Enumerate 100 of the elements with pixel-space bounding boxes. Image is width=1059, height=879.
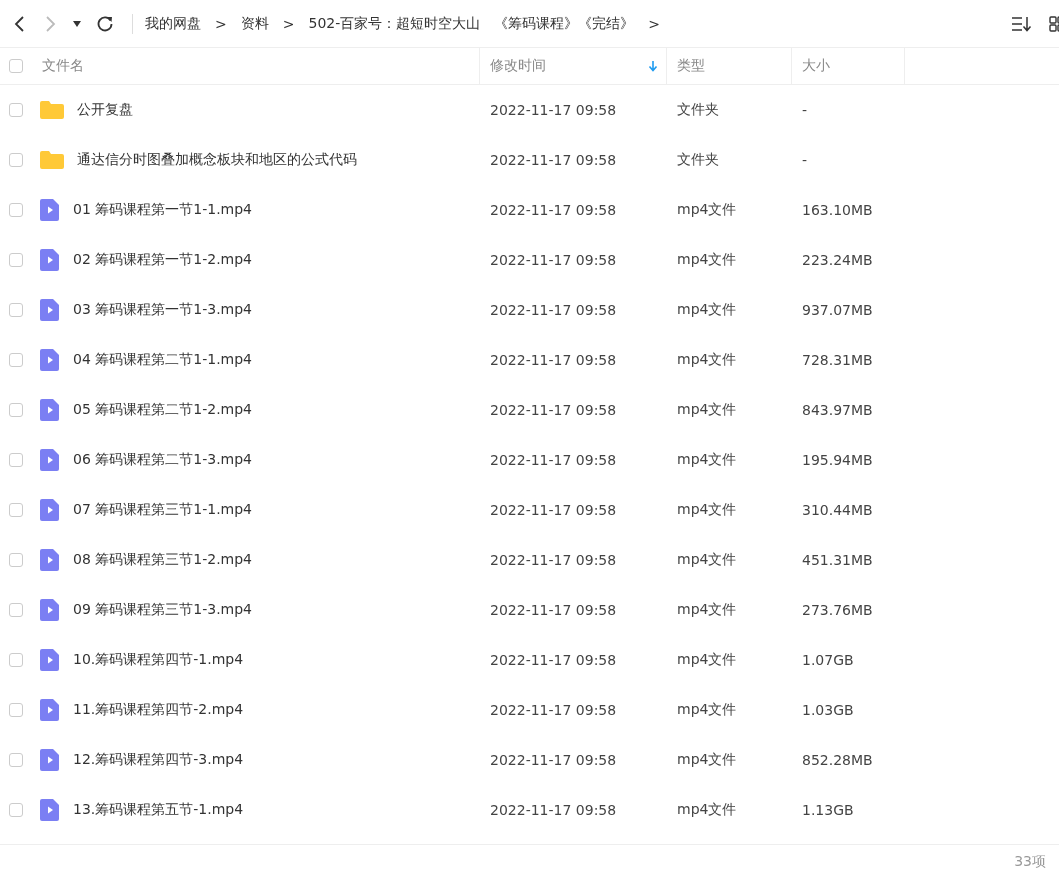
checkbox[interactable] — [9, 453, 23, 467]
refresh-icon[interactable] — [96, 14, 114, 33]
file-type: mp4文件 — [677, 251, 737, 269]
file-type: mp4文件 — [677, 701, 737, 719]
modified-time: 2022-11-17 09:58 — [490, 452, 617, 468]
column-header[interactable]: 修改时间 — [480, 48, 667, 84]
file-name[interactable]: 12.筹码课程第四节-3.mp4 — [73, 751, 244, 769]
file-name[interactable]: 03 筹码课程第一节1-3.mp4 — [73, 301, 252, 319]
checkbox[interactable] — [9, 353, 23, 367]
file-name[interactable]: 02 筹码课程第一节1-2.mp4 — [73, 251, 252, 269]
column-header[interactable]: 文件名 — [0, 48, 480, 84]
checkbox[interactable] — [9, 653, 23, 667]
video-file-icon — [39, 248, 61, 272]
file-size: 195.94MB — [802, 452, 873, 468]
file-size: 273.76MB — [802, 602, 873, 618]
checkbox[interactable] — [9, 203, 23, 217]
modified-time: 2022-11-17 09:58 — [490, 552, 617, 568]
modified-time: 2022-11-17 09:58 — [490, 302, 617, 318]
checkbox[interactable] — [9, 753, 23, 767]
modified-time: 2022-11-17 09:58 — [490, 602, 617, 618]
video-file-icon — [39, 748, 61, 772]
file-size: 1.13GB — [802, 802, 854, 818]
folder-icon — [39, 100, 65, 120]
checkbox[interactable] — [9, 603, 23, 617]
folder-icon — [39, 150, 65, 170]
file-size: 310.44MB — [802, 502, 873, 518]
file-name[interactable]: 09 筹码课程第三节1-3.mp4 — [73, 601, 252, 619]
file-name[interactable]: 05 筹码课程第二节1-2.mp4 — [73, 401, 252, 419]
modified-time: 2022-11-17 09:58 — [490, 652, 617, 668]
file-type: mp4文件 — [677, 301, 737, 319]
file-size: 1.07GB — [802, 652, 854, 668]
checkbox[interactable] — [9, 553, 23, 567]
column-header[interactable]: 大小 — [792, 48, 905, 84]
file-size: 1.03GB — [802, 702, 854, 718]
modified-time: 2022-11-17 09:58 — [490, 252, 617, 268]
checkbox[interactable] — [9, 153, 23, 167]
checkbox[interactable] — [9, 103, 23, 117]
column-header[interactable]: 类型 — [667, 48, 792, 84]
file-type: mp4文件 — [677, 451, 737, 469]
file-name[interactable]: 通达信分时图叠加概念板块和地区的公式代码 — [77, 151, 357, 169]
modified-time: 2022-11-17 09:58 — [490, 152, 617, 168]
file-type: mp4文件 — [677, 801, 737, 819]
video-file-icon — [39, 698, 61, 722]
checkbox[interactable] — [9, 303, 23, 317]
file-size: 728.31MB — [802, 352, 873, 368]
modified-time: 2022-11-17 09:58 — [490, 752, 617, 768]
modified-time: 2022-11-17 09:58 — [490, 502, 617, 518]
breadcrumb-link[interactable]: 资料 — [240, 14, 269, 33]
modified-time: 2022-11-17 09:58 — [490, 202, 617, 218]
file-name[interactable]: 11.筹码课程第四节-2.mp4 — [73, 701, 244, 719]
breadcrumb-separator[interactable]: > — [282, 15, 295, 32]
file-name[interactable]: 07 筹码课程第三节1-1.mp4 — [73, 501, 252, 519]
file-size: - — [802, 152, 808, 168]
file-type: mp4文件 — [677, 751, 737, 769]
breadcrumb-link[interactable]: 我的网盘 — [145, 14, 201, 33]
file-size: 163.10MB — [802, 202, 873, 218]
video-file-icon — [39, 798, 61, 822]
breadcrumb-separator[interactable]: > — [648, 15, 660, 32]
breadcrumb-separator[interactable]: > — [215, 15, 227, 32]
file-type: mp4文件 — [677, 201, 737, 219]
file-type: 文件夹 — [677, 151, 719, 169]
file-name[interactable]: 01 筹码课程第一节1-1.mp4 — [73, 201, 252, 219]
video-file-icon — [39, 348, 61, 372]
modified-time: 2022-11-17 09:58 — [490, 102, 617, 118]
modified-time: 2022-11-17 09:58 — [490, 802, 617, 818]
file-type: mp4文件 — [677, 351, 737, 369]
checkbox[interactable] — [9, 803, 23, 817]
file-name[interactable]: 08 筹码课程第三节1-2.mp4 — [73, 551, 252, 569]
file-size: 843.97MB — [802, 402, 873, 418]
file-type: 文件夹 — [677, 101, 719, 119]
video-file-icon — [39, 198, 61, 222]
file-size: 223.24MB — [802, 252, 873, 268]
breadcrumb-link[interactable]: 502-百家号：超短时空大山 《筹码课程》《完结》 — [308, 14, 635, 33]
file-name[interactable]: 06 筹码课程第二节1-3.mp4 — [73, 451, 252, 469]
checkbox[interactable] — [9, 503, 23, 517]
dropdown-caret-icon[interactable] — [72, 19, 82, 28]
checkbox[interactable] — [9, 253, 23, 267]
file-size: 451.31MB — [802, 552, 873, 568]
checkbox[interactable] — [9, 703, 23, 717]
file-type: mp4文件 — [677, 551, 737, 569]
video-file-icon — [39, 298, 61, 322]
modified-time: 2022-11-17 09:58 — [490, 402, 617, 418]
file-name[interactable]: 公开复盘 — [77, 101, 133, 119]
checkbox[interactable] — [9, 403, 23, 417]
video-file-icon — [39, 498, 61, 522]
file-type: mp4文件 — [677, 651, 737, 669]
video-file-icon — [39, 598, 61, 622]
video-file-icon — [39, 448, 61, 472]
file-name[interactable]: 04 筹码课程第二节1-1.mp4 — [73, 351, 252, 369]
sort-arrow-icon[interactable] — [648, 60, 658, 72]
item-count: 33项 — [1014, 853, 1046, 871]
file-name[interactable]: 13.筹码课程第五节-1.mp4 — [73, 801, 244, 819]
video-file-icon — [39, 648, 61, 672]
sort-icon[interactable] — [1011, 15, 1033, 32]
file-type: mp4文件 — [677, 601, 737, 619]
file-type: mp4文件 — [677, 501, 737, 519]
file-size: 852.28MB — [802, 752, 873, 768]
file-size: 937.07MB — [802, 302, 873, 318]
file-name[interactable]: 10.筹码课程第四节-1.mp4 — [73, 651, 244, 669]
checkbox[interactable] — [9, 59, 23, 73]
